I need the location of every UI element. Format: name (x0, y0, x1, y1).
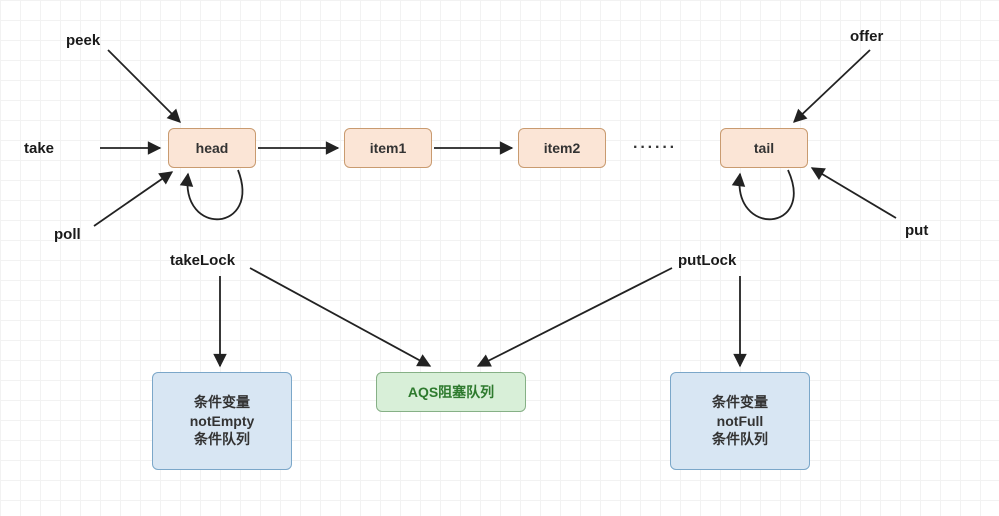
label-offer: offer (850, 28, 883, 45)
label-poll: poll (54, 226, 81, 243)
label-putLock: putLock (678, 252, 736, 269)
arrow-putLock-tail (739, 170, 793, 219)
arrow-takeLock-head (187, 170, 242, 219)
arrow-takeLock-aqs (250, 268, 430, 366)
node-tail: tail (720, 128, 808, 168)
label-put: put (905, 222, 928, 239)
diagram-canvas: peek take poll offer put takeLock putLoc… (0, 0, 999, 516)
arrows-layer (0, 0, 999, 516)
ellipsis-dots: ······ (633, 139, 677, 157)
node-item2: item2 (518, 128, 606, 168)
node-aqs: AQS阻塞队列 (376, 372, 526, 412)
arrow-peek-head (108, 50, 180, 122)
arrow-offer-tail (794, 50, 870, 122)
label-peek: peek (66, 32, 100, 49)
arrow-put-tail (812, 168, 896, 218)
node-head: head (168, 128, 256, 168)
arrow-putLock-aqs (478, 268, 672, 366)
node-notFull: 条件变量 notFull 条件队列 (670, 372, 810, 470)
arrow-poll-head (94, 172, 172, 226)
label-takeLock: takeLock (170, 252, 235, 269)
node-notEmpty: 条件变量 notEmpty 条件队列 (152, 372, 292, 470)
label-take: take (24, 140, 54, 157)
node-item1: item1 (344, 128, 432, 168)
